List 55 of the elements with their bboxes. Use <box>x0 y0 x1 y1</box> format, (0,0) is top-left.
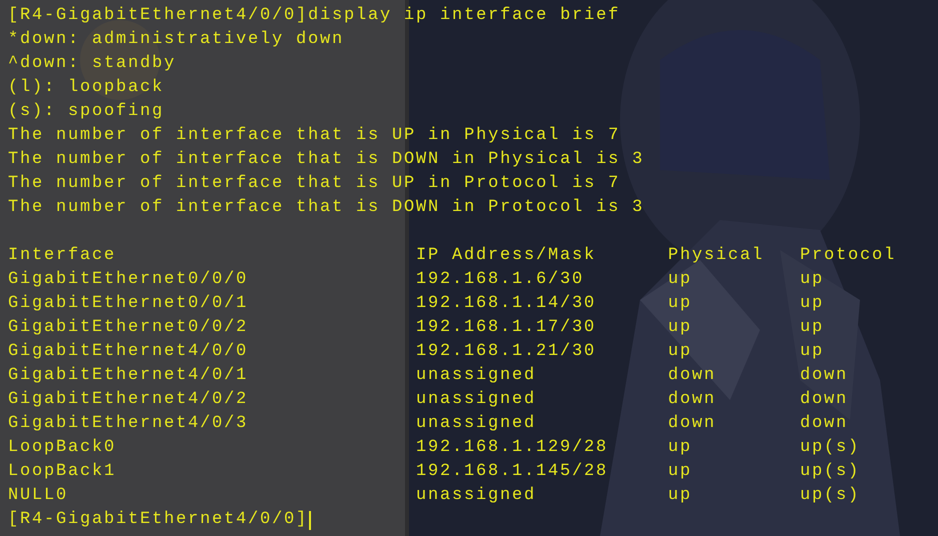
table-cell-text: GigabitEthernet4/0/0 <box>8 341 248 363</box>
table-cell-text: down <box>800 389 848 411</box>
table-cell-text: down <box>668 413 716 435</box>
table-cell-text: unassigned <box>416 413 536 435</box>
table-cell-text: 192.168.1.14/30 <box>416 293 596 315</box>
table-cell-text: up <box>668 437 692 459</box>
table-cell-text: 192.168.1.6/30 <box>416 269 584 291</box>
prompt-text: [R4-GigabitEthernet4/0/0] <box>8 509 308 531</box>
table-cell-text: down <box>800 413 848 435</box>
column-header: IP Address/Mask <box>416 245 596 267</box>
table-cell-text: unassigned <box>416 365 536 387</box>
table-cell-text: up <box>668 341 692 363</box>
table-cell-text: GigabitEthernet4/0/2 <box>8 389 248 411</box>
table-cell-text: GigabitEthernet0/0/2 <box>8 317 248 339</box>
table-cell-text: GigabitEthernet0/0/0 <box>8 269 248 291</box>
table-cell-text: up(s) <box>800 437 860 459</box>
table-cell-text: up(s) <box>800 461 860 483</box>
table-cell-text: down <box>800 365 848 387</box>
output-line: (s): spoofing <box>8 101 166 123</box>
output-line: The number of interface that is UP in Protocol is 7 <box>8 173 622 195</box>
table-cell-text: 192.168.1.129/28 <box>416 437 608 459</box>
table-cell-text: up(s) <box>800 485 860 507</box>
column-header: Protocol <box>800 245 896 267</box>
output-line: ^down: standby <box>8 53 178 75</box>
table-cell-text: 192.168.1.145/28 <box>416 461 608 483</box>
table-cell-text: down <box>668 389 716 411</box>
output-line: (l): loopback <box>8 77 166 99</box>
table-cell-text: up <box>668 317 692 339</box>
column-header: Interface <box>8 245 116 267</box>
table-cell-text: up <box>800 269 824 291</box>
table-cell-text: NULL0 <box>8 485 68 507</box>
table-cell-text: 192.168.1.21/30 <box>416 341 596 363</box>
table-cell-text: up <box>800 293 824 315</box>
table-cell-text: unassigned <box>416 389 536 411</box>
cursor-icon <box>309 510 312 530</box>
table-cell-text: up <box>668 461 692 483</box>
table-cell-text: GigabitEthernet4/0/1 <box>8 365 248 387</box>
table-cell-text: GigabitEthernet4/0/3 <box>8 413 248 435</box>
table-cell-text: up <box>668 269 692 291</box>
output-line: *down: administratively down <box>8 29 346 51</box>
table-cell-text: LoopBack1 <box>8 461 116 483</box>
column-header: Physical <box>668 245 764 267</box>
table-cell-text: up <box>668 293 692 315</box>
output-line: The number of interface that is UP in Physical is 7 <box>8 125 622 147</box>
output-line: The number of interface that is DOWN in Physical is 3 <box>8 149 646 171</box>
table-cell-text: GigabitEthernet0/0/1 <box>8 293 248 315</box>
table-cell-text: 192.168.1.17/30 <box>416 317 596 339</box>
table-cell-text: unassigned <box>416 485 536 507</box>
table-cell-text: up <box>668 485 692 507</box>
table-cell-text: LoopBack0 <box>8 437 116 459</box>
output-line: The number of interface that is DOWN in Protocol is 3 <box>8 197 646 219</box>
table-cell-text: up <box>800 317 824 339</box>
output-line: [R4-GigabitEthernet4/0/0]display ip interface brief <box>8 5 622 27</box>
table-cell-text: down <box>668 365 716 387</box>
table-cell-text: up <box>800 341 824 363</box>
